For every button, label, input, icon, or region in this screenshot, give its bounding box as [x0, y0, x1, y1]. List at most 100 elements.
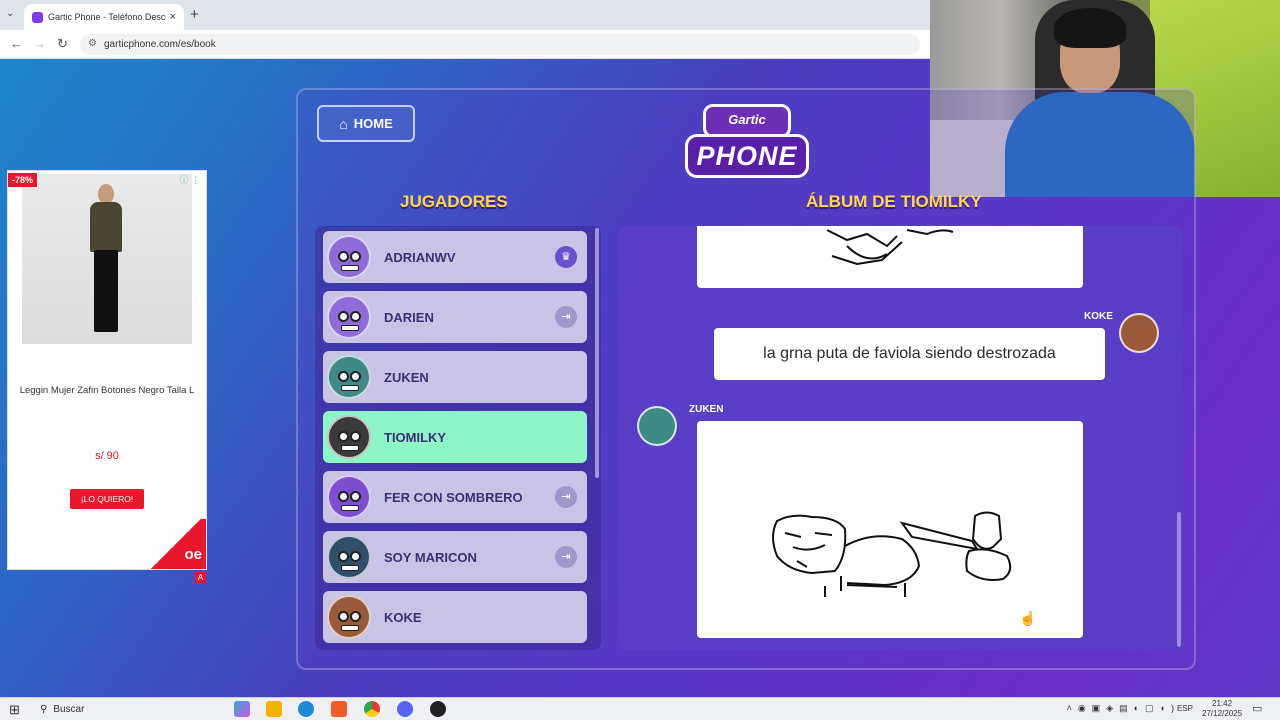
- site-info-icon[interactable]: ⚙: [88, 38, 97, 49]
- player-name: SOY MARICON: [384, 549, 477, 565]
- close-tab-icon[interactable]: ×: [170, 11, 176, 23]
- ad-brand-logo[interactable]: oe: [184, 546, 202, 563]
- avatar-mouth: [341, 325, 359, 331]
- logo-bottom: PHONE: [685, 134, 809, 178]
- player-row[interactable]: ADRIANWV ♛: [323, 231, 587, 283]
- discord-icon[interactable]: [397, 701, 413, 717]
- clock[interactable]: 21:42 27/12/2025: [1202, 699, 1242, 719]
- taskbar-search[interactable]: ⚲ Buscar: [34, 700, 220, 719]
- avatar-mouth: [341, 265, 359, 271]
- start-icon[interactable]: ⊞: [9, 702, 20, 718]
- obs-icon[interactable]: [430, 701, 446, 717]
- avatar-eye: [350, 491, 361, 502]
- avatar-mouth: [341, 505, 359, 511]
- avatar-mouth: [341, 625, 359, 631]
- tab-gartic-phone[interactable]: Gartic Phone - Teléfono Descon ×: [24, 4, 184, 30]
- players-title: JUGADORES: [400, 192, 508, 211]
- drawing-card-previous: [697, 226, 1083, 288]
- url-field[interactable]: ⚙ garticphone.com/es/book: [80, 34, 920, 55]
- avatar-eye: [338, 551, 349, 562]
- notification-icon[interactable]: ▭: [1252, 702, 1262, 715]
- avatar-eye: [338, 491, 349, 502]
- home-button[interactable]: ⌂ HOME: [317, 105, 415, 142]
- player-avatar: [327, 415, 371, 459]
- forward-icon[interactable]: →: [33, 36, 46, 51]
- ad-info-icon[interactable]: ⓘ ⋮: [179, 173, 200, 186]
- brave-icon[interactable]: [331, 701, 347, 717]
- url-text: garticphone.com/es/book: [104, 39, 216, 50]
- ad-choices-badge[interactable]: A: [195, 572, 206, 583]
- player-name: ADRIANWV: [384, 249, 456, 265]
- ad-cta-button[interactable]: ¡LO QUIERO!: [70, 489, 144, 509]
- player-row-active[interactable]: TIOMILKY: [323, 411, 587, 463]
- system-tray-icons[interactable]: ˄◉▣◈▤◐▢◖): [1067, 703, 1180, 714]
- player-row[interactable]: DARIEN ⇥: [323, 291, 587, 343]
- avatar-eye: [350, 371, 361, 382]
- tab-strip: ⌄ Gartic Phone - Teléfono Descon × +: [0, 0, 930, 30]
- player-avatar: [327, 235, 371, 279]
- copilot-icon[interactable]: [234, 701, 250, 717]
- text-message-card: la grna puta de faviola siendo destrozad…: [714, 328, 1105, 380]
- avatar-eye: [338, 311, 349, 322]
- players-list[interactable]: ADRIANWV ♛ DARIEN ⇥ ZUKEN TIOMILKY FER C…: [315, 226, 601, 650]
- avatar-eye: [338, 251, 349, 262]
- advertisement[interactable]: -78% ⓘ ⋮ Leggin Mujer Zafin Botones Negr…: [7, 170, 207, 570]
- tab-title: Gartic Phone - Teléfono Descon: [48, 12, 166, 22]
- address-bar-row: ← → ↻ ⚙ garticphone.com/es/book: [0, 30, 930, 59]
- drawing-sender-name: ZUKEN: [689, 404, 724, 415]
- player-row[interactable]: ZUKEN: [323, 351, 587, 403]
- crown-icon: ♛: [555, 246, 577, 268]
- kick-icon[interactable]: ⇥: [555, 546, 577, 568]
- avatar-eye: [338, 371, 349, 382]
- reload-icon[interactable]: ↻: [57, 36, 68, 52]
- avatar-eye: [338, 431, 349, 442]
- avatar-eye: [338, 611, 349, 622]
- ad-model-head: [98, 184, 114, 204]
- player-name: KOKE: [384, 609, 422, 625]
- ad-discount-badge: -78%: [8, 173, 38, 187]
- player-name: FER CON SOMBRERO: [384, 489, 523, 505]
- clock-time: 21:42: [1212, 699, 1233, 708]
- gartic-phone-logo: Gartic PHONE: [685, 104, 809, 180]
- player-avatar: [327, 355, 371, 399]
- language-indicator[interactable]: ESP: [1177, 704, 1193, 713]
- kick-icon[interactable]: ⇥: [555, 486, 577, 508]
- koke-avatar: [1119, 313, 1159, 353]
- player-row[interactable]: FER CON SOMBRERO ⇥: [323, 471, 587, 523]
- new-tab-button[interactable]: +: [190, 6, 199, 23]
- avatar-eye: [350, 611, 361, 622]
- text-sender-name: KOKE: [1084, 311, 1113, 322]
- player-name: TIOMILKY: [384, 429, 447, 445]
- drawing-card: [697, 421, 1083, 638]
- player-row[interactable]: SOY MARICON ⇥: [323, 531, 587, 583]
- ad-product-image[interactable]: [22, 174, 192, 344]
- home-label: HOME: [353, 116, 393, 131]
- ad-product-name[interactable]: Leggin Mujer Zafin Botones Negro Talla L: [8, 385, 206, 396]
- album-scrollbar[interactable]: [1177, 512, 1181, 647]
- favicon-icon: [32, 11, 43, 23]
- file-explorer-icon[interactable]: [266, 701, 282, 717]
- back-icon[interactable]: ←: [10, 36, 23, 51]
- drawing-canvas: [772, 511, 1012, 597]
- player-row[interactable]: KOKE: [323, 591, 587, 643]
- avatar-mouth: [341, 385, 359, 391]
- kick-icon[interactable]: ⇥: [555, 306, 577, 328]
- home-icon: ⌂: [339, 115, 348, 132]
- avatar-mouth: [341, 565, 359, 571]
- players-scrollbar[interactable]: [595, 228, 599, 478]
- ad-model-body: [90, 202, 122, 252]
- edge-icon[interactable]: [298, 701, 314, 717]
- avatar-eye: [350, 251, 361, 262]
- avatar-eye: [350, 551, 361, 562]
- hand-cursor-icon: ☝: [1019, 610, 1037, 626]
- ad-price: s/ 90: [95, 450, 119, 462]
- avatar-mouth: [341, 445, 359, 451]
- avatar-eye: [350, 311, 361, 322]
- chrome-icon[interactable]: [364, 701, 380, 717]
- tab-search-icon[interactable]: ⌄: [6, 8, 14, 19]
- search-icon: ⚲: [40, 704, 48, 715]
- player-name: DARIEN: [384, 309, 434, 325]
- zuken-avatar: [637, 406, 677, 446]
- logo-top: Gartic: [703, 104, 791, 138]
- player-avatar: [327, 475, 371, 519]
